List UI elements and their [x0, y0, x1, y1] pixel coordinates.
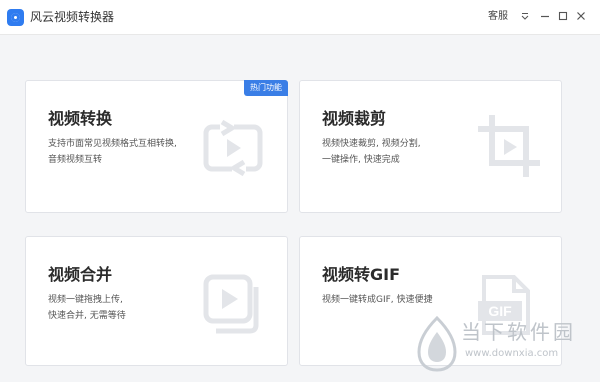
- card-description: 视频一键转成GIF, 快速便捷: [322, 292, 492, 308]
- card-description-line: 视频快速裁剪, 视频分割,: [322, 139, 421, 149]
- video-merge-card[interactable]: 视频合并 视频一键拖拽上传, 快速合并, 无需等待: [25, 236, 288, 366]
- card-description: 支持市面常见视频格式互相转换, 音频视频互转: [48, 136, 218, 168]
- minimize-icon[interactable]: [536, 7, 554, 25]
- merge-icon: [203, 274, 259, 334]
- close-icon[interactable]: [572, 7, 590, 25]
- video-convert-card[interactable]: 热门功能 视频转换 支持市面常见视频格式互相转换, 音频视频互转: [25, 80, 288, 213]
- watermark-text: 当下软件园: [461, 320, 576, 344]
- app-logo-icon: [7, 9, 24, 26]
- customer-service-button[interactable]: 客服: [488, 10, 508, 24]
- card-description: 视频快速裁剪, 视频分割, 一键操作, 快速完成: [322, 136, 492, 168]
- card-description-line: 支持市面常见视频格式互相转换,: [48, 139, 177, 149]
- card-description-line: 音频视频互转: [48, 155, 103, 165]
- card-title: 视频转GIF: [322, 265, 401, 284]
- card-description: 视频一键拖拽上传, 快速合并, 无需等待: [48, 292, 218, 324]
- watermark-logo-icon: [417, 316, 457, 372]
- card-description-line: 一键操作, 快速完成: [322, 155, 400, 165]
- convert-icon: [203, 119, 263, 177]
- card-title: 视频裁剪: [322, 109, 387, 128]
- card-title: 视频合并: [48, 265, 113, 284]
- card-title: 视频转换: [48, 109, 113, 128]
- title-bar: 风云视频转换器 客服: [0, 0, 600, 35]
- menu-icon[interactable]: [516, 7, 534, 25]
- card-description-line: 快速合并, 无需等待: [48, 311, 126, 321]
- app-title: 风云视频转换器: [30, 10, 115, 24]
- hot-feature-badge: 热门功能: [244, 80, 288, 96]
- card-description-line: 视频一键拖拽上传,: [48, 295, 123, 305]
- video-crop-card[interactable]: 视频裁剪 视频快速裁剪, 视频分割, 一键操作, 快速完成: [299, 80, 562, 213]
- watermark: 当下软件园 www.downxia.com: [415, 316, 595, 376]
- card-description-line: 视频一键转成GIF, 快速便捷: [322, 295, 433, 305]
- maximize-icon[interactable]: [554, 7, 572, 25]
- crop-icon: [478, 115, 540, 177]
- watermark-url: www.downxia.com: [465, 348, 559, 359]
